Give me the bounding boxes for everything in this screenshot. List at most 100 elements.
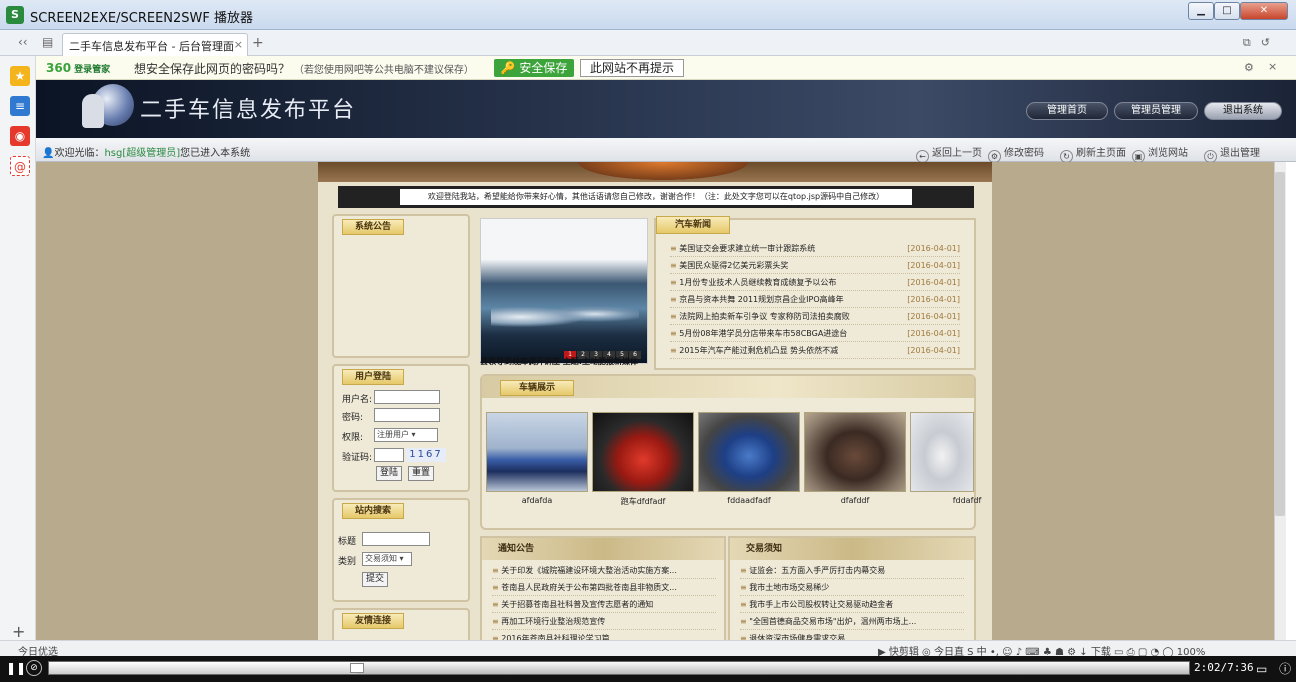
trade-notes-panel: 交易须知 证监会：五方面入手严厉打击内幕交易 我市土地市场交易稀少 我市手上市公… [728, 536, 976, 640]
car-news-panel: 汽车新闻 美国证交会要求建立统一审计跟踪系统[2016-04-01] 美国民众驱… [654, 216, 976, 370]
captcha-label: 验证码: [342, 453, 373, 463]
tab-tools-icon[interactable]: ⧉↺ [1243, 36, 1280, 50]
list-item[interactable]: 我市手上市公司股权转让交易驱动趋金者 [740, 596, 964, 613]
minimize-button[interactable]: ▁ [1188, 2, 1214, 20]
role-select[interactable]: 注册用户 ▾ [374, 428, 438, 442]
search-title-label: 标题 [338, 537, 357, 547]
safe-save-button[interactable]: 🔑 安全保存 [494, 59, 574, 77]
site-page: 欢迎登陆我站，希望能给你带来好心情，其他话语请您自己修改，谢谢合作！（注：此处文… [318, 162, 992, 640]
panel-title: 系统公告 [342, 219, 405, 235]
list-item[interactable]: 关于招募苍南县社科普及宣传志愿者的通知 [492, 596, 716, 613]
password-input[interactable] [374, 408, 440, 422]
seek-bar[interactable] [48, 661, 1190, 675]
page-icon: ▤ [42, 35, 54, 49]
news-item[interactable]: 1月份专业技术人员继续教育成绩复予以公布[2016-04-01] [670, 274, 960, 291]
gear-icon[interactable]: ⚙ [1244, 61, 1254, 74]
site-search-panel: 站内搜索 标题 类别 交易须知 ▾ 提交 [332, 498, 470, 602]
news-item[interactable]: 美国民众驱得2亿美元彩票头奖[2016-04-01] [670, 257, 960, 274]
refresh-link[interactable]: ↻ 刷新主页面 [1060, 144, 1126, 163]
list-item[interactable]: 我市土地市场交易稀少 [740, 579, 964, 596]
car-image[interactable] [592, 412, 694, 492]
car-name[interactable]: fddaadfadf [698, 496, 800, 505]
close-icon[interactable]: × [1268, 60, 1277, 73]
car-name[interactable]: dfafddf [804, 496, 906, 505]
car-name[interactable]: afdafda [486, 496, 588, 505]
news-item[interactable]: 2015年汽车产能过剩危机凸显 势头依然不减[2016-04-01] [670, 342, 960, 359]
tab-active[interactable]: 二手车信息发布平台 - 后台管理面 × [62, 33, 248, 56]
login-panel: 用户登陆 用户名: 密码: 权限: 注册用户 ▾ 验证码: 1167 登陆 重置 [332, 364, 470, 492]
stop-button[interactable]: ⊘ [26, 660, 42, 676]
list-item[interactable]: 退休资深市场健身需求交易 [740, 630, 964, 640]
news-item[interactable]: 5月份08年港学员分店带来车市58CBGA进途台[2016-04-01] [670, 325, 960, 342]
car-image[interactable] [804, 412, 906, 492]
reader-icon[interactable]: ≡ [10, 96, 30, 116]
panel-title: 汽车新闻 [656, 216, 731, 234]
window-title: SCREEN2EXE/SCREEN2SWF 播放器 [30, 11, 253, 26]
admin-home-button[interactable]: 管理首页 [1026, 102, 1108, 120]
car-image[interactable] [698, 412, 800, 492]
news-item[interactable]: 京昌与资本共舞 2011规划京昌企业IPO高峰年[2016-04-01] [670, 291, 960, 308]
fullscreen-info-icon[interactable]: ▭ ⓘ [1256, 660, 1295, 677]
browse-site-link[interactable]: ▣ 浏览网站 [1132, 144, 1188, 163]
logout-button[interactable]: 退出系统 [1204, 102, 1282, 120]
exit-admin-link[interactable]: ⏻ 退出管理 [1204, 144, 1260, 163]
notification-panel: 通知公告 关于印发《城院福建设环境大整治活动实施方案... 苍南县人民政府关于公… [480, 536, 726, 640]
car-image[interactable] [910, 412, 974, 492]
list-item[interactable]: 2016年苍南县社科理论学习篇 [492, 630, 716, 640]
panel-title: 交易须知 [730, 538, 974, 560]
slideshow-caption[interactable]: 县领导到线库调开讲座 主题:主动肥报新媒体 [480, 356, 648, 367]
mail-icon[interactable]: @ [10, 156, 30, 176]
slideshow-image[interactable]: 123456 [480, 218, 648, 364]
player-controls: ❚❚ ⊘ 2:02/7:36 ▭ ⓘ [0, 656, 1296, 682]
welcome-text: 👤欢迎光临：hsg[超级管理员]您已进入本系统 [42, 148, 251, 159]
list-item[interactable]: 证监会：五方面入手严厉打击内幕交易 [740, 562, 964, 579]
username-input[interactable] [374, 390, 440, 404]
list-item[interactable]: 再加工环境行业整治规范宣传 [492, 613, 716, 630]
panel-title: 用户登陆 [342, 369, 405, 385]
admin-manage-button[interactable]: 管理员管理 [1114, 102, 1198, 120]
site-title: 二手车信息发布平台 [140, 98, 357, 123]
add-icon[interactable]: + [12, 622, 25, 641]
news-item[interactable]: 美国证交会要求建立统一审计跟踪系统[2016-04-01] [670, 240, 960, 257]
panel-title: 通知公告 [482, 538, 724, 560]
back-link[interactable]: ← 返回上一页 [916, 144, 982, 163]
pause-button[interactable]: ❚❚ [6, 661, 26, 675]
username-label: 用户名: [342, 395, 373, 405]
close-button[interactable]: ✕ [1240, 2, 1288, 20]
list-item[interactable]: 关于印发《城院福建设环境大整治活动实施方案... [492, 562, 716, 579]
app-icon: S [6, 6, 24, 24]
content-frame: 欢迎登陆我站，希望能给你带来好心情，其他话语请您自己修改，谢谢合作！（注：此处文… [36, 162, 1274, 640]
browser-tabbar: ‹‹ ▤ 二手车信息发布平台 - 后台管理面 × + ⧉↺ [0, 30, 1296, 56]
scrollbar-thumb[interactable] [1275, 172, 1285, 516]
list-item[interactable]: "全国首德商品交易市场"出炉，温州两市场上... [740, 613, 964, 630]
notice-bar: 欢迎登陆我站，希望能给你带来好心情，其他话语请您自己修改，谢谢合作！（注：此处文… [338, 186, 974, 208]
car-image[interactable] [486, 412, 588, 492]
browser-sidebar: ★ ≡ ◉ @ + [0, 56, 36, 641]
new-tab-button[interactable]: + [252, 35, 264, 51]
window-titlebar: S SCREEN2EXE/SCREEN2SWF 播放器 ▁ □ ✕ [0, 0, 1296, 30]
favorites-icon[interactable]: ★ [10, 66, 30, 86]
search-submit-button[interactable]: 提交 [362, 572, 388, 587]
captcha-input[interactable] [374, 448, 404, 462]
seek-handle[interactable] [349, 663, 364, 673]
tab-close-icon[interactable]: × [234, 38, 243, 51]
car-name[interactable]: 跑车dfdfadf [592, 496, 694, 507]
weibo-icon[interactable]: ◉ [10, 126, 30, 146]
panel-title: 站内搜索 [342, 503, 405, 519]
captcha-image[interactable]: 1167 [406, 448, 446, 462]
vehicle-showcase-panel: 车辆展示 afdafda 跑车dfdfadf fddaadfadf dfafdd… [480, 374, 981, 530]
car-name[interactable]: fddafdf [916, 496, 1018, 505]
never-prompt-button[interactable]: 此网站不再提示 [580, 59, 684, 77]
password-save-bar: 360 登录管家 想安全保存此网页的密码吗？ （若您使用网吧等公共电脑不建议保存）… [36, 56, 1296, 80]
search-title-input[interactable] [362, 532, 430, 546]
list-item[interactable]: 苍南县人民政府关于公布第四批苍南县非物质文... [492, 579, 716, 596]
news-item[interactable]: 法院网上拍卖新车引争议 专家称防司法拍卖腐败[2016-04-01] [670, 308, 960, 325]
maximize-button[interactable]: □ [1214, 2, 1240, 20]
search-category-select[interactable]: 交易须知 ▾ [362, 552, 412, 566]
login-button[interactable]: 登陆 [376, 466, 402, 481]
reset-button[interactable]: 重置 [408, 466, 434, 481]
welcome-bar: 👤欢迎光临：hsg[超级管理员]您已进入本系统 ← 返回上一页 ⚙ 修改密码 ↻ 刷新… [36, 138, 1296, 163]
back-icon[interactable]: ‹‹ [18, 35, 28, 49]
panel-title: 友情连接 [342, 613, 405, 629]
change-password-link[interactable]: ⚙ 修改密码 [988, 144, 1044, 163]
